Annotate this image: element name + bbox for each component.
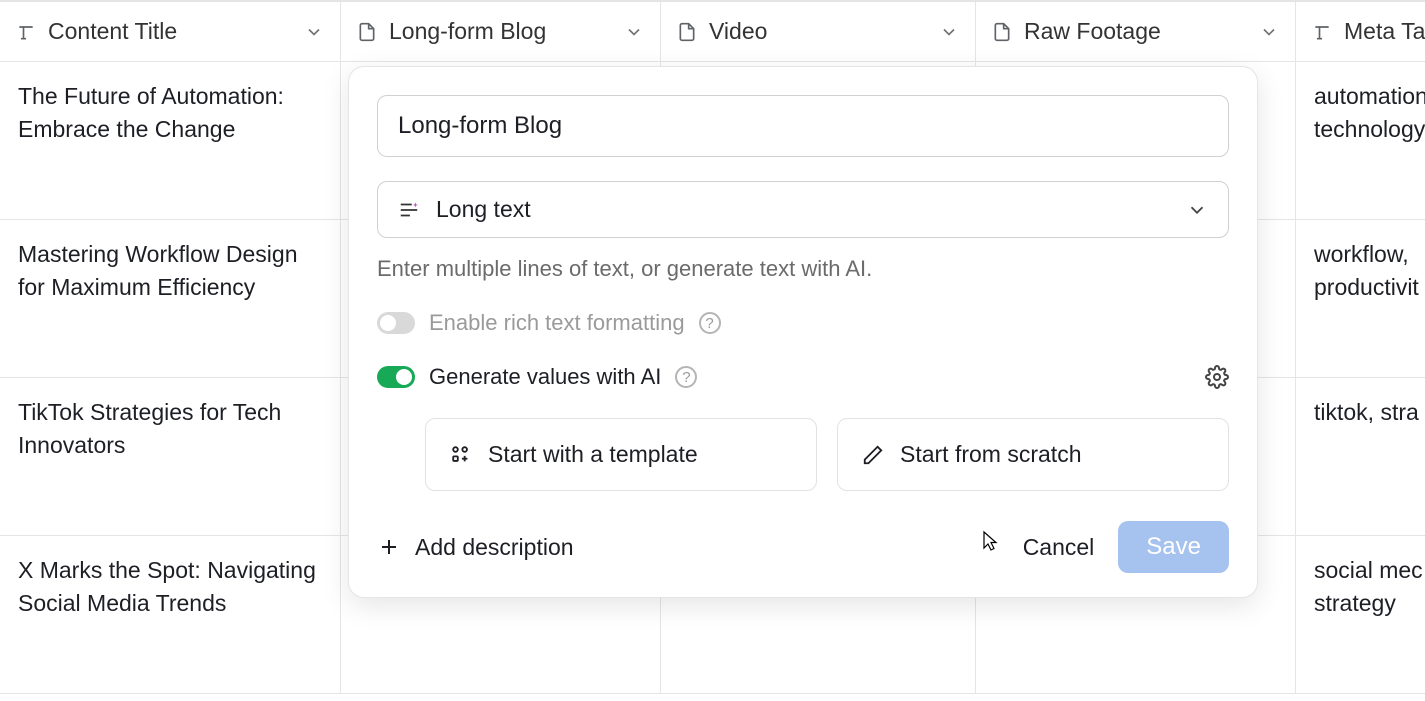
help-icon[interactable]: ? bbox=[699, 312, 721, 334]
ai-generate-label: Generate values with AI bbox=[429, 364, 661, 390]
column-header-longform-blog[interactable]: Long-form Blog bbox=[341, 2, 661, 62]
attachment-type-icon bbox=[992, 21, 1012, 43]
rich-text-toggle-row: Enable rich text formatting ? bbox=[377, 310, 1229, 336]
cell-text: social mec strategy bbox=[1314, 557, 1423, 616]
chevron-down-icon[interactable] bbox=[304, 22, 324, 42]
rich-text-toggle[interactable] bbox=[377, 312, 415, 334]
plus-icon bbox=[377, 535, 401, 559]
field-config-popup: Long text Enter multiple lines of text, … bbox=[348, 66, 1258, 598]
field-type-label: Long text bbox=[436, 196, 531, 223]
gear-icon[interactable] bbox=[1205, 365, 1229, 389]
column-header-label: Video bbox=[709, 18, 767, 45]
start-template-button[interactable]: Start with a template bbox=[425, 418, 817, 491]
start-scratch-label: Start from scratch bbox=[900, 441, 1081, 468]
save-button[interactable]: Save bbox=[1118, 521, 1229, 573]
chevron-down-icon[interactable] bbox=[939, 22, 959, 42]
cell-text: TikTok Strategies for Tech Innovators bbox=[18, 399, 281, 458]
attachment-type-icon bbox=[677, 21, 697, 43]
add-description-button[interactable]: Add description bbox=[377, 534, 574, 561]
field-type-select[interactable]: Long text bbox=[377, 181, 1229, 238]
ai-generate-toggle-row: Generate values with AI ? bbox=[377, 364, 1229, 390]
cell-text: Mastering Workflow Design for Maximum Ef… bbox=[18, 241, 298, 300]
column-header-label: Content Title bbox=[48, 18, 177, 45]
attachment-type-icon bbox=[357, 21, 377, 43]
ai-option-row: Start with a template Start from scratch bbox=[377, 418, 1229, 491]
helper-text: Enter multiple lines of text, or generat… bbox=[377, 256, 1229, 282]
column-header-label: Long-form Blog bbox=[389, 18, 546, 45]
template-icon bbox=[450, 444, 472, 466]
cancel-button[interactable]: Cancel bbox=[1023, 534, 1095, 561]
column-header-video[interactable]: Video bbox=[661, 2, 976, 62]
help-icon[interactable]: ? bbox=[675, 366, 697, 388]
chevron-down-icon bbox=[1186, 199, 1208, 221]
start-scratch-button[interactable]: Start from scratch bbox=[837, 418, 1229, 491]
column-header-raw-footage[interactable]: Raw Footage bbox=[976, 2, 1296, 62]
popup-footer: Add description Cancel Save bbox=[377, 521, 1229, 573]
chevron-down-icon[interactable] bbox=[1259, 22, 1279, 42]
table-cell[interactable]: X Marks the Spot: Navigating Social Medi… bbox=[0, 536, 341, 694]
column-header-content-title[interactable]: Content Title bbox=[0, 2, 341, 62]
add-description-label: Add description bbox=[415, 534, 574, 561]
long-text-icon bbox=[398, 199, 420, 221]
cell-text: X Marks the Spot: Navigating Social Medi… bbox=[18, 557, 316, 616]
cell-text: tiktok, stra bbox=[1314, 399, 1419, 425]
column-header-meta-tags[interactable]: Meta Ta bbox=[1296, 2, 1425, 62]
field-name-input[interactable] bbox=[377, 95, 1229, 157]
start-template-label: Start with a template bbox=[488, 441, 698, 468]
table-cell[interactable]: The Future of Automation: Embrace the Ch… bbox=[0, 62, 341, 220]
text-type-icon bbox=[16, 22, 36, 42]
pencil-icon bbox=[862, 444, 884, 466]
column-header-label: Raw Footage bbox=[1024, 18, 1161, 45]
rich-text-label: Enable rich text formatting bbox=[429, 310, 685, 336]
table-cell[interactable]: TikTok Strategies for Tech Innovators bbox=[0, 378, 341, 536]
column-header-label: Meta Ta bbox=[1344, 18, 1425, 45]
table-cell[interactable]: Mastering Workflow Design for Maximum Ef… bbox=[0, 220, 341, 378]
cell-text: The Future of Automation: Embrace the Ch… bbox=[18, 83, 284, 142]
cell-text: automation technology bbox=[1314, 83, 1425, 142]
table-cell[interactable]: automation technology bbox=[1296, 62, 1425, 220]
ai-generate-toggle[interactable] bbox=[377, 366, 415, 388]
text-type-icon bbox=[1312, 22, 1332, 42]
chevron-down-icon[interactable] bbox=[624, 22, 644, 42]
table-cell[interactable]: workflow, productivit bbox=[1296, 220, 1425, 378]
table-cell[interactable]: tiktok, stra bbox=[1296, 378, 1425, 536]
table-cell[interactable]: social mec strategy bbox=[1296, 536, 1425, 694]
cell-text: workflow, productivit bbox=[1314, 241, 1419, 300]
